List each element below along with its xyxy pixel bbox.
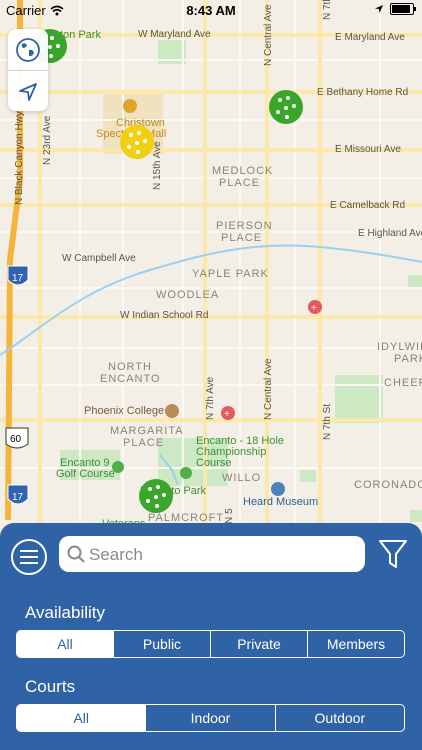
street-label: E Camelback Rd <box>330 200 405 211</box>
museum-icon <box>271 482 285 496</box>
neighborhood-label: PARK <box>394 353 422 365</box>
neighborhood-label: YAPLE PARK <box>192 268 269 280</box>
street-label: N 7th Ave <box>205 376 216 420</box>
neighborhood-label: WOODLEA <box>156 289 219 301</box>
search-bar[interactable] <box>59 536 365 574</box>
current-location-button[interactable] <box>8 70 48 112</box>
neighborhood-label: CORONADO <box>354 479 422 491</box>
pickleball-icon[interactable] <box>269 90 303 124</box>
street-label: N Central Ave <box>263 358 274 420</box>
park-area <box>335 375 383 423</box>
courts-option-indoor[interactable]: Indoor <box>145 705 274 731</box>
courts-label: Courts <box>25 677 76 696</box>
street-label: N 23rd Ave <box>42 115 53 165</box>
pickleball-icon[interactable] <box>139 479 173 513</box>
street-label: E Maryland Ave <box>335 32 405 43</box>
availability-option-members[interactable]: Members <box>307 631 404 657</box>
svg-text:17: 17 <box>12 492 24 503</box>
street-label: W Indian School Rd <box>120 310 208 321</box>
globe-icon <box>16 37 40 62</box>
street-label: N Black Canyon Hwy <box>14 111 25 205</box>
us-route-shield-icon: 60 <box>5 427 29 449</box>
availability-option-public[interactable]: Public <box>113 631 210 657</box>
street-label: W Campbell Ave <box>62 253 136 264</box>
neighborhood-label: PLACE <box>219 177 260 189</box>
golf-icon <box>180 467 192 479</box>
street-label: E Highland Ave <box>358 228 422 239</box>
neighborhood-label: ENCANTO <box>100 373 161 385</box>
street-label: W Maryland Ave <box>138 29 211 40</box>
location-arrow-icon <box>19 82 37 101</box>
map-controls <box>8 29 48 111</box>
availability-option-all[interactable]: All <box>17 631 113 657</box>
poi-label: ton Park <box>60 29 101 41</box>
poi-label: Course <box>196 457 231 469</box>
status-bar: Carrier 8:43 AM <box>0 0 422 22</box>
filter-button[interactable] <box>375 536 411 572</box>
park-area <box>408 275 422 289</box>
poi-label: Heard Museum <box>243 496 318 508</box>
pickleball-icon[interactable] <box>120 125 154 159</box>
courts-option-all[interactable]: All <box>17 705 146 731</box>
svg-text:+: + <box>311 303 317 314</box>
street-label: N 15th Ave <box>152 141 163 190</box>
street-label: N 7th St <box>322 404 333 440</box>
filter-icon <box>379 540 407 568</box>
menu-button[interactable] <box>11 539 47 575</box>
neighborhood-label: PIERSON <box>216 220 273 232</box>
filter-sheet: Availability All Public Private Members … <box>0 523 422 750</box>
svg-text:17: 17 <box>12 273 24 284</box>
park-area <box>300 470 316 482</box>
interstate-shield-icon: 17 <box>7 265 29 286</box>
availability-option-private[interactable]: Private <box>210 631 307 657</box>
neighborhood-label: CHEER <box>384 377 422 389</box>
menu-icon <box>20 550 38 564</box>
map-type-button[interactable] <box>8 29 48 70</box>
battery-icon <box>390 3 416 15</box>
courts-segmented-control: All Indoor Outdoor <box>16 704 405 732</box>
neighborhood-label: NORTH <box>108 361 152 373</box>
neighborhood-label: MARGARITA <box>110 425 184 437</box>
courts-option-outdoor[interactable]: Outdoor <box>274 705 404 731</box>
availability-segmented-control: All Public Private Members <box>16 630 405 658</box>
svg-text:60: 60 <box>10 434 22 445</box>
svg-text:+: + <box>224 409 230 420</box>
poi-label: Golf Course <box>56 468 115 480</box>
neighborhood-label: PLACE <box>123 437 164 449</box>
shopping-bag-icon <box>123 99 137 113</box>
location-services-icon <box>375 5 383 13</box>
school-icon <box>165 404 179 418</box>
neighborhood-label: IDYLWIL <box>377 341 422 353</box>
availability-label: Availability <box>25 603 106 622</box>
street-label: N 5 <box>224 508 235 524</box>
street-label: E Bethany Home Rd <box>317 87 408 98</box>
park-area <box>410 510 422 522</box>
neighborhood-label: PLACE <box>221 232 262 244</box>
golf-icon <box>112 461 124 473</box>
search-icon <box>67 545 85 563</box>
clock: 8:43 AM <box>186 3 236 18</box>
neighborhood-label: MEDLOCK <box>212 165 273 177</box>
search-input[interactable] <box>87 536 361 574</box>
neighborhood-label: WILLO <box>222 472 261 484</box>
street-label: E Missouri Ave <box>335 144 401 155</box>
poi-label: Phoenix College <box>84 405 164 417</box>
interstate-shield-icon: 17 <box>7 484 29 505</box>
